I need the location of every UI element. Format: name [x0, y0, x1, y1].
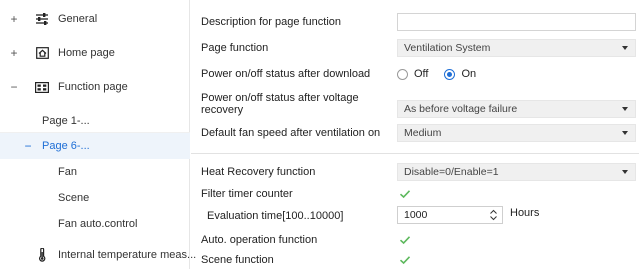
tree-item-label: Internal temperature meas...: [58, 249, 197, 261]
tree-item-page-1[interactable]: Page 1-...: [0, 108, 190, 134]
power-voltage-select[interactable]: As before voltage failure: [397, 100, 636, 118]
tree-item-label: Fan auto.control: [58, 218, 138, 230]
param-power-after-voltage: Power on/off status after voltage recove…: [191, 90, 639, 118]
parameter-panel: Description for page function Page funct…: [191, 0, 639, 269]
param-evaluation-time: Evaluation time[100..10000] 1000 Hours: [191, 206, 639, 226]
home-icon: [35, 47, 49, 59]
tree-item-label: Home page: [58, 47, 115, 59]
tree-item-general[interactable]: + General: [0, 6, 190, 32]
power-download-radio-group: Off On: [397, 68, 486, 80]
param-label: Filter timer counter: [201, 188, 293, 200]
filter-timer-checkbox[interactable]: [399, 188, 411, 200]
chevron-down-icon: [622, 46, 628, 50]
param-label: Default fan speed after ventilation on: [201, 127, 381, 139]
param-default-fan-speed: Default fan speed after ventilation on M…: [191, 123, 639, 143]
param-power-after-download: Power on/off status after download Off O…: [191, 64, 639, 84]
fan-speed-select[interactable]: Medium: [397, 124, 636, 142]
chevron-down-icon: [622, 131, 628, 135]
chevron-down-icon: [622, 107, 628, 111]
divider: [191, 153, 639, 154]
tree-item-label: Scene: [58, 192, 90, 204]
param-heat-recovery: Heat Recovery function Disable=0/Enable=…: [191, 162, 639, 182]
param-label: Page function: [201, 42, 269, 54]
select-value: Ventilation System: [404, 42, 491, 54]
auto-operation-checkbox[interactable]: [399, 234, 411, 246]
param-label: Evaluation time[100..10000]: [207, 210, 344, 222]
param-label: Description for page function: [201, 16, 342, 28]
evaluation-time-input[interactable]: 1000: [397, 206, 503, 224]
select-value: As before voltage failure: [404, 103, 518, 115]
param-scene-function: Scene function: [191, 251, 639, 269]
select-value: Disable=0/Enable=1: [404, 166, 499, 178]
param-page-function: Page function Ventilation System: [191, 38, 639, 58]
collapse-icon[interactable]: −: [8, 80, 20, 94]
param-label: Scene function: [201, 254, 274, 266]
tree-item-fan[interactable]: Fan: [0, 159, 190, 185]
param-label: Power on/off status after download: [201, 68, 371, 80]
tree-item-fan-auto-control[interactable]: Fan auto.control: [0, 211, 190, 237]
page-function-select[interactable]: Ventilation System: [397, 39, 636, 57]
param-auto-operation: Auto. operation function: [191, 231, 639, 249]
radio-label-off: Off: [414, 68, 429, 80]
param-label: Power on/off status after voltage recove…: [201, 92, 359, 116]
tree-item-label: Function page: [58, 81, 128, 93]
tree-item-label: Page 6-...: [42, 140, 90, 152]
tree-item-function-page[interactable]: − Function page: [0, 74, 190, 100]
radio-off[interactable]: [397, 68, 408, 80]
tree-item-home-page[interactable]: + Home page: [0, 40, 190, 66]
param-label: Auto. operation function: [201, 234, 318, 246]
description-input[interactable]: [397, 13, 636, 31]
expand-icon[interactable]: +: [8, 12, 20, 26]
parameter-tree: + General + Home page − Function page Pa…: [0, 0, 196, 269]
tree-item-internal-temperature[interactable]: Internal temperature meas...: [0, 242, 196, 268]
heat-recovery-select[interactable]: Disable=0/Enable=1: [397, 163, 636, 181]
sliders-icon: [35, 13, 49, 25]
input-value: 1000: [404, 209, 428, 221]
select-value: Medium: [404, 127, 442, 139]
tree-item-label: General: [58, 13, 98, 25]
thermometer-icon: [35, 248, 49, 262]
grid-icon: [35, 81, 49, 93]
radio-label-on: On: [461, 68, 477, 80]
unit-label: Hours: [510, 207, 540, 219]
chevron-down-icon: [622, 170, 628, 174]
param-filter-timer: Filter timer counter: [191, 185, 639, 203]
evaluation-time-control: 1000 Hours: [397, 206, 539, 224]
param-label: Heat Recovery function: [201, 166, 316, 178]
tree-item-label: Page 1-...: [42, 115, 90, 127]
scene-function-checkbox[interactable]: [399, 254, 411, 266]
radio-on[interactable]: [444, 68, 456, 80]
spinner-icon[interactable]: [490, 209, 497, 221]
param-description: Description for page function: [191, 12, 639, 32]
tree-item-page-6[interactable]: − Page 6-...: [0, 133, 190, 159]
tree-item-label: Fan: [58, 166, 77, 178]
collapse-icon[interactable]: −: [22, 139, 34, 153]
tree-item-scene[interactable]: Scene: [0, 185, 190, 211]
expand-icon[interactable]: +: [8, 46, 20, 60]
